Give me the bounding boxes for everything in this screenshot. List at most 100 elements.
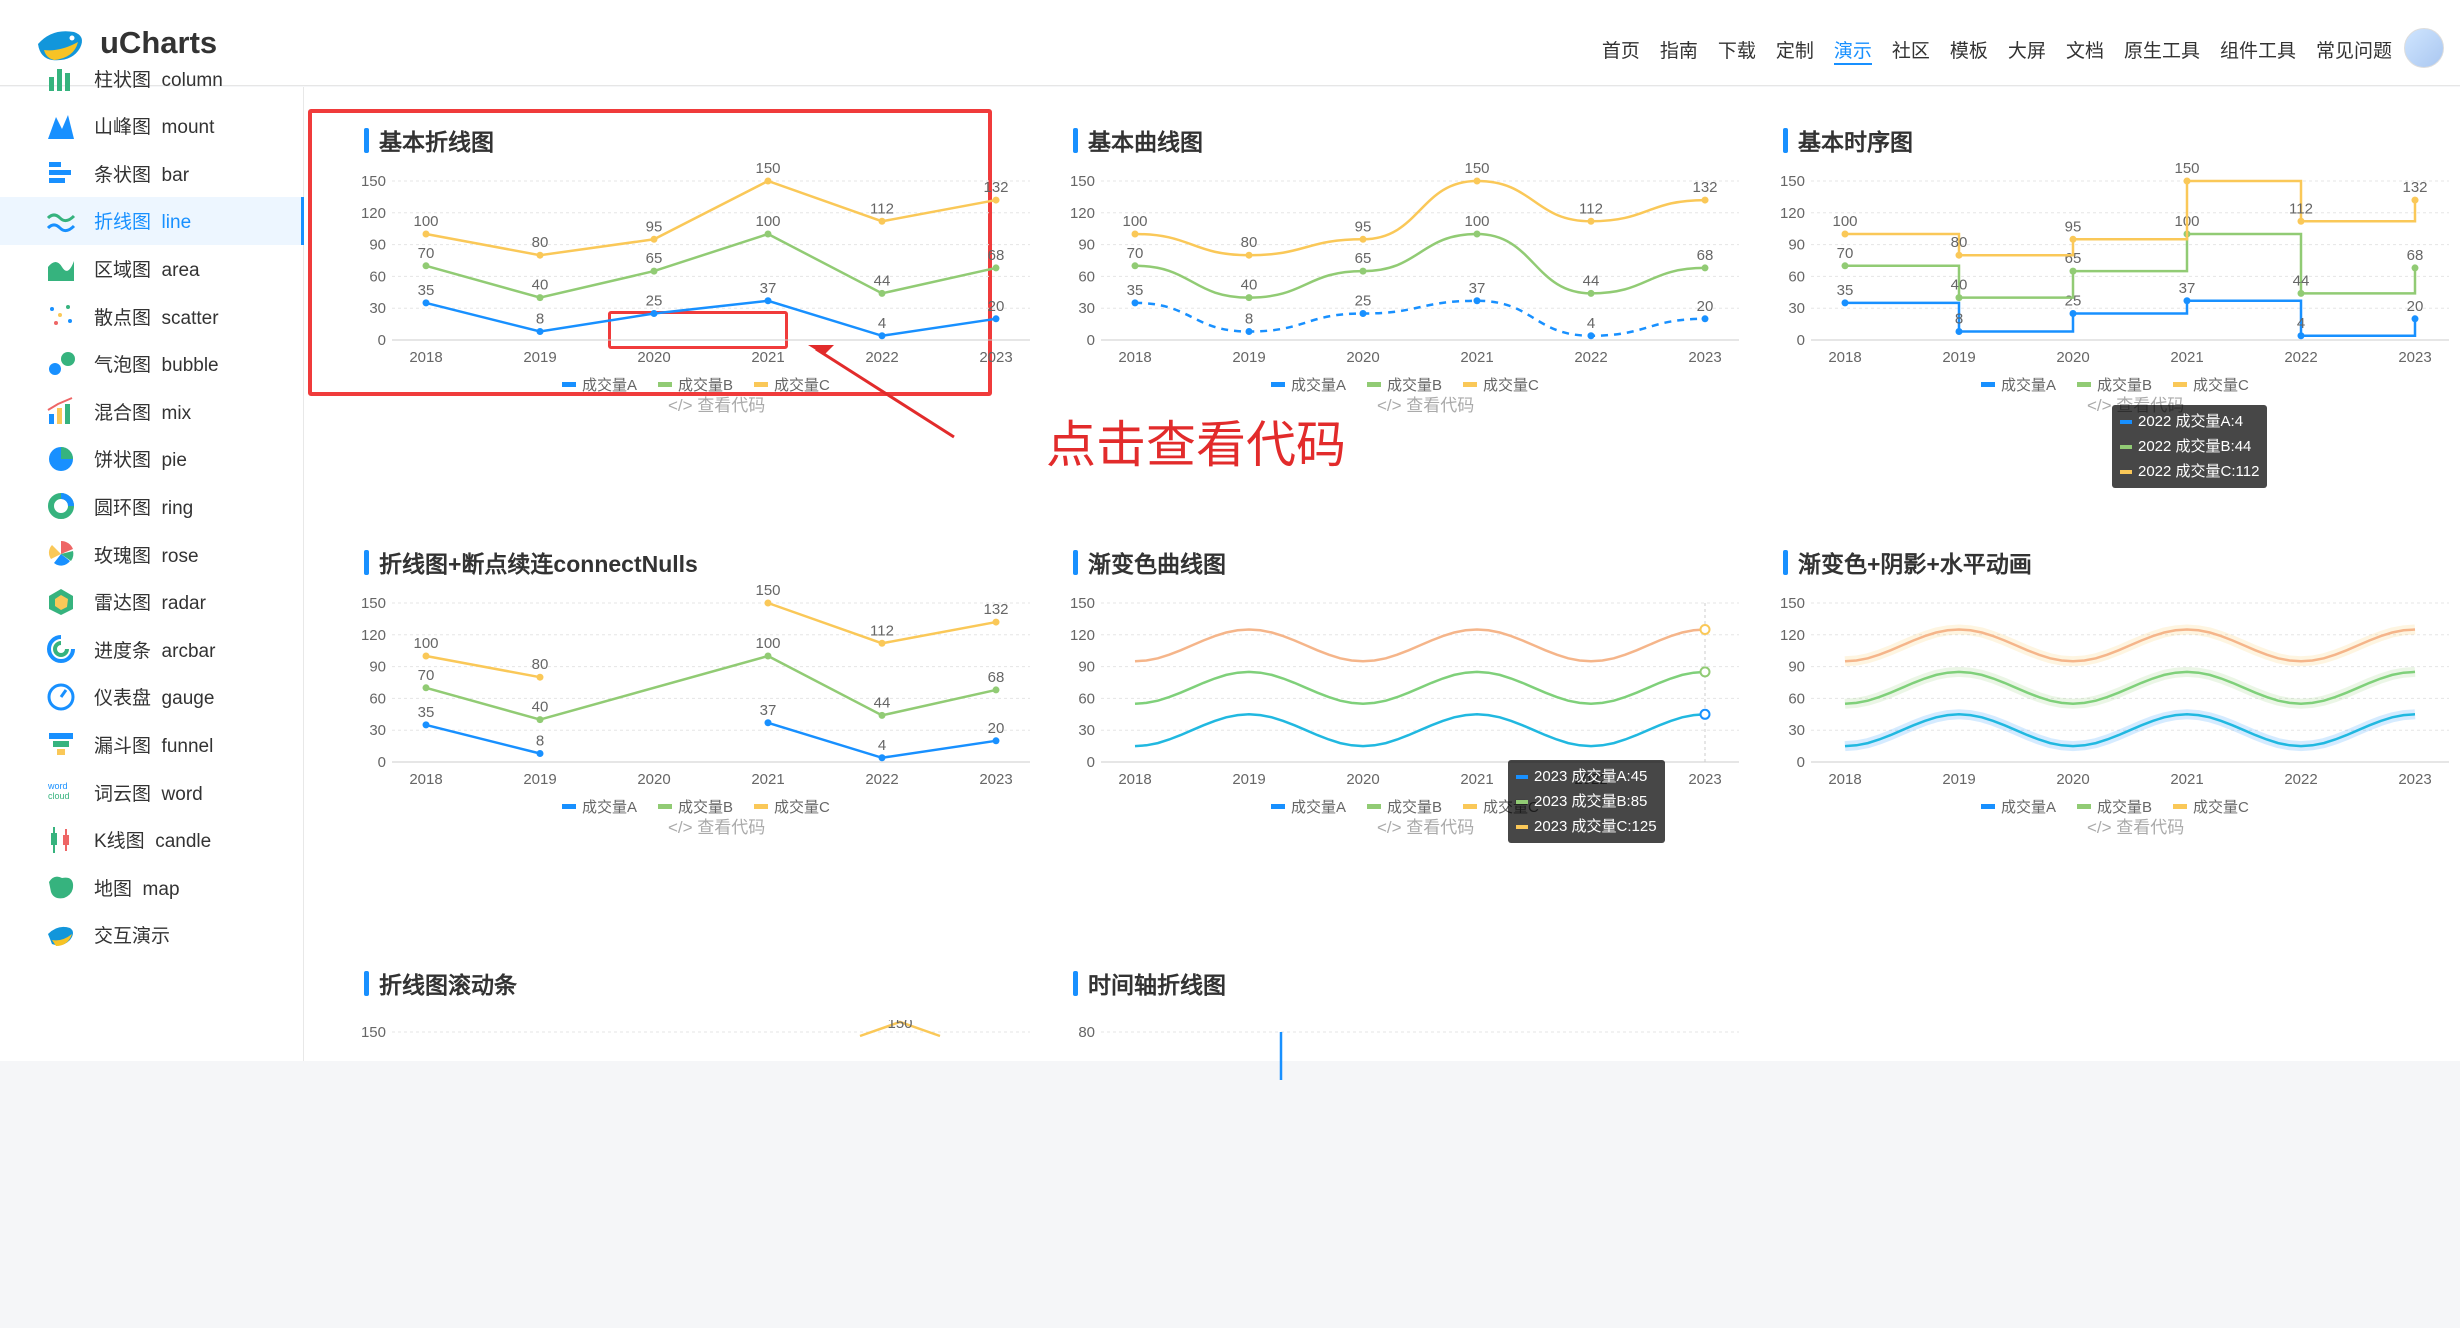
sidebar-item-4[interactable]: 区域图 area: [0, 244, 304, 292]
data-label: 35: [1127, 282, 1144, 299]
data-label: 68: [988, 247, 1005, 264]
legend-swatch: [1463, 382, 1477, 387]
view-code-link[interactable]: </> 查看代码: [668, 391, 765, 416]
sidebar-item-0[interactable]: 柱状图 column: [0, 54, 304, 102]
data-label: 37: [760, 702, 777, 719]
sidebar-item-14[interactable]: 漏斗图 funnel: [0, 720, 304, 768]
data-label: 8: [1245, 311, 1253, 328]
view-code-link[interactable]: </> 查看代码: [2087, 813, 2184, 838]
sidebar-item-5[interactable]: 散点图 scatter: [0, 292, 304, 340]
nav-item-3[interactable]: 定制: [1776, 36, 1814, 65]
legend-label: 成交量A: [582, 798, 637, 815]
data-label: 20: [1697, 298, 1714, 315]
data-label: 70: [1837, 245, 1854, 262]
data-point: [1473, 230, 1481, 238]
sidebar-item-15[interactable]: word cloud 词云图 word: [0, 768, 304, 816]
data-label: 37: [1469, 280, 1486, 297]
x-tick-label: 2020: [637, 349, 670, 366]
sidebar-item-16[interactable]: K线图 candle: [0, 816, 304, 864]
chart-title-text: 基本时序图: [1798, 129, 1913, 155]
data-label: 80: [532, 234, 549, 251]
data-label: 95: [1355, 218, 1372, 235]
bubble-chart-icon: [46, 349, 76, 379]
data-label: 8: [1955, 311, 1963, 328]
tooltip-text: 2022 成交量B:44: [2138, 438, 2252, 455]
legend-label: 成交量A: [2001, 376, 2056, 393]
data-point: [1359, 267, 1367, 275]
data-point: [878, 639, 886, 647]
x-tick-label: 2019: [1232, 771, 1265, 788]
tooltip-text: 2022 成交量A:4: [2138, 413, 2244, 430]
data-label: 25: [646, 293, 663, 310]
radar-chart-icon: [46, 587, 76, 617]
chart-card-5: 渐变色+阴影+水平动画 0 30 60 90 120 150 2018 2019 2020 2021…: [1759, 487, 2460, 907]
chart-title: 基本折线图: [364, 123, 494, 157]
view-code-link[interactable]: </> 查看代码: [668, 813, 765, 838]
nav-item-11[interactable]: 常见问题: [2316, 36, 2392, 65]
legend-swatch: [1367, 804, 1381, 809]
sidebar-item-6[interactable]: 气泡图 bubble: [0, 340, 304, 388]
legend-swatch: [658, 804, 672, 809]
x-tick-label: 2019: [1942, 349, 1975, 366]
tooltip-swatch: [2120, 469, 2132, 474]
sidebar-item-10[interactable]: 玫瑰图 rose: [0, 530, 304, 578]
data-label: 20: [2407, 298, 2424, 315]
sidebar-item-18[interactable]: 交互演示: [0, 911, 304, 959]
x-tick-label: 2023: [2398, 771, 2431, 788]
series-line: [1844, 670, 2416, 705]
nav-item-1[interactable]: 指南: [1660, 36, 1698, 65]
x-tick-label: 2020: [1346, 349, 1379, 366]
data-label: 4: [1587, 315, 1595, 332]
sidebar-item-3[interactable]: 折线图 line: [0, 196, 304, 245]
nav-item-7[interactable]: 大屏: [2008, 36, 2046, 65]
nav-item-2[interactable]: 下载: [1718, 36, 1756, 65]
chart-card-3: 折线图+断点续连connectNulls 0 30 60 90 120 150 2018 201…: [340, 487, 1050, 907]
sidebar-item-12[interactable]: 进度条 arcbar: [0, 625, 304, 673]
x-tick-label: 2022: [2284, 771, 2317, 788]
data-label: 20: [988, 720, 1005, 737]
sidebar-item-13[interactable]: 仪表盘 gauge: [0, 673, 304, 721]
sidebar-item-9[interactable]: 圆环图 ring: [0, 482, 304, 530]
data-point: [1955, 294, 1963, 302]
sidebar-item-2[interactable]: 条状图 bar: [0, 149, 304, 197]
data-label: 95: [646, 218, 663, 235]
series-line: [1134, 299, 1706, 338]
nav-item-4[interactable]: 演示: [1833, 36, 1872, 65]
data-label: 70: [418, 245, 435, 262]
nav-item-0[interactable]: 首页: [1602, 36, 1640, 65]
nav-item-6[interactable]: 模板: [1950, 36, 1988, 65]
sidebar-item-8[interactable]: 饼状图 pie: [0, 435, 304, 483]
chart-card-6: 折线图滚动条 150 150: [340, 908, 1050, 1328]
avatar[interactable]: [2404, 28, 2444, 68]
y-tick-label: 150: [361, 1024, 386, 1041]
data-label: 44: [874, 694, 891, 711]
data-point: [992, 686, 1000, 694]
legend-swatch: [754, 804, 768, 809]
sidebar-item-label: 散点图 scatter: [94, 307, 219, 329]
y-tick-label: 0: [1087, 754, 1095, 771]
view-code-link[interactable]: </> 查看代码: [1377, 391, 1474, 416]
sidebar-item-17[interactable]: 地图 map: [0, 863, 304, 911]
sidebar-item-7[interactable]: 混合图 mix: [0, 387, 304, 435]
x-tick-label: 2021: [1460, 771, 1493, 788]
y-tick-label: 30: [1078, 722, 1095, 739]
y-tick-label: 60: [1788, 690, 1805, 707]
x-tick-label: 2020: [637, 771, 670, 788]
data-label: 100: [1464, 213, 1489, 230]
series-line: [425, 686, 541, 721]
data-point: [764, 297, 772, 305]
sidebar: 柱状图 column 山峰图 mount 条状图 bar 折线图 line 区域图 ar…: [0, 69, 304, 1061]
nav-item-9[interactable]: 原生工具: [2124, 36, 2200, 65]
nav-item-5[interactable]: 社区: [1892, 36, 1930, 65]
series-line: [1134, 232, 1706, 299]
tooltip-swatch: [1516, 799, 1528, 804]
nav-item-10[interactable]: 组件工具: [2220, 36, 2296, 65]
nav-item-8[interactable]: 文档: [2066, 36, 2104, 65]
view-code-link[interactable]: </> 查看代码: [1377, 813, 1474, 838]
x-tick-label: 2019: [523, 349, 556, 366]
x-tick-label: 2018: [1118, 349, 1151, 366]
sidebar-item-1[interactable]: 山峰图 mount: [0, 102, 304, 150]
sidebar-item-11[interactable]: 雷达图 radar: [0, 578, 304, 626]
legend-label: 成交量C: [1483, 376, 1539, 393]
x-tick-label: 2022: [865, 771, 898, 788]
